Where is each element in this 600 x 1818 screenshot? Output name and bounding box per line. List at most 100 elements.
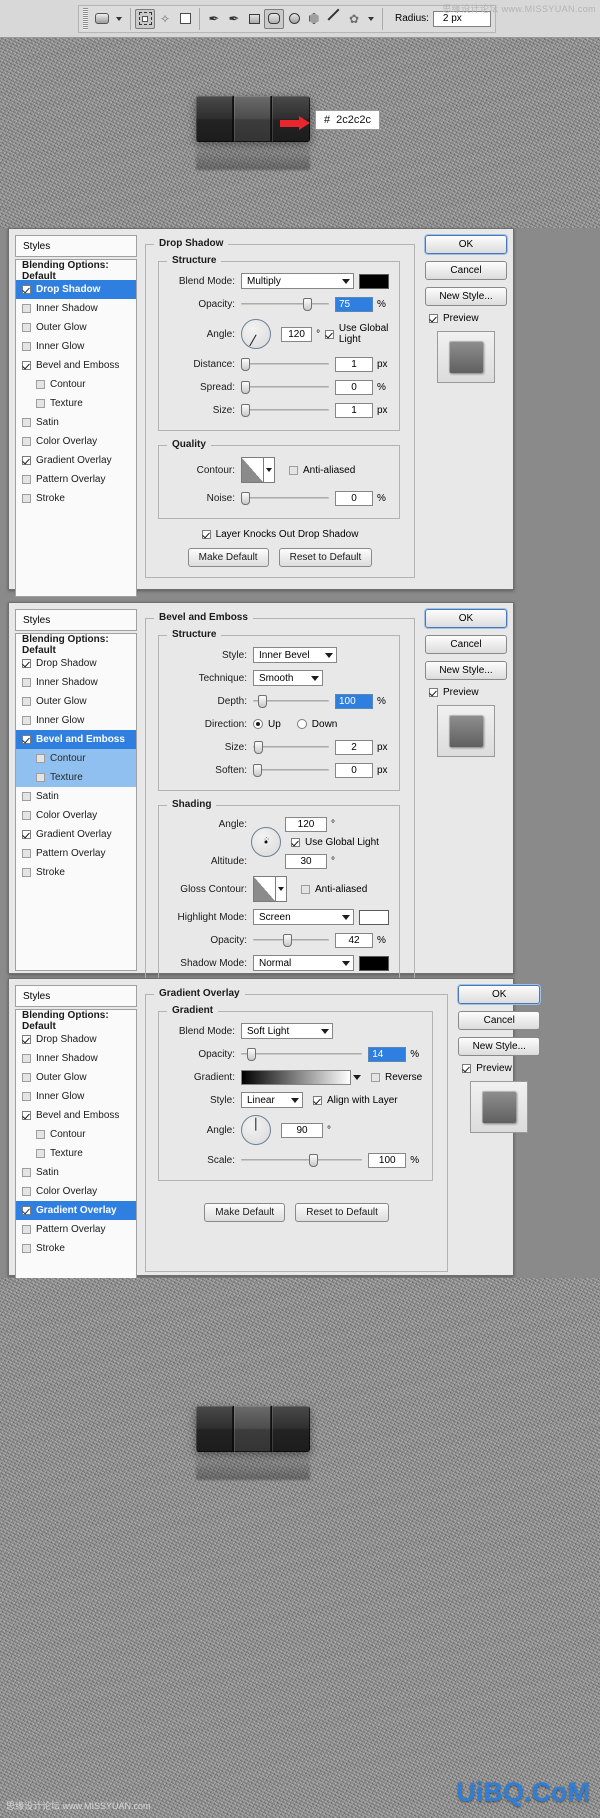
- noise-slider[interactable]: [241, 491, 329, 505]
- new-style-button[interactable]: New Style...: [425, 661, 507, 680]
- checkbox-icon[interactable]: [291, 837, 300, 847]
- checkbox-icon[interactable]: [22, 1244, 31, 1253]
- depth-input[interactable]: 100: [335, 693, 373, 709]
- checkbox-icon[interactable]: [22, 849, 31, 858]
- bevel-style-select[interactable]: Inner Bevel: [253, 647, 337, 663]
- style-item-pattern-overlay[interactable]: Pattern Overlay: [16, 470, 136, 489]
- checkbox-icon[interactable]: [429, 688, 438, 697]
- style-item-satin[interactable]: Satin: [16, 1163, 136, 1182]
- scale-input[interactable]: 100: [368, 1152, 407, 1168]
- checkbox-icon[interactable]: [36, 380, 45, 389]
- altitude-dial[interactable]: ⁘: [251, 827, 281, 857]
- reset-to-default-button[interactable]: Reset to Default: [278, 548, 373, 567]
- style-item-blending-options[interactable]: Blending Options: Default: [16, 634, 136, 656]
- radio-icon[interactable]: [253, 719, 263, 729]
- checkbox-icon[interactable]: [313, 1095, 322, 1105]
- checkbox-icon[interactable]: [22, 830, 31, 839]
- style-item-inner-glow[interactable]: Inner Glow: [16, 337, 136, 356]
- layer-knockout-row[interactable]: Layer Knocks Out Drop Shadow: [156, 529, 404, 540]
- checkbox-icon[interactable]: [36, 399, 45, 408]
- style-item-outer-glow[interactable]: Outer Glow: [16, 1068, 136, 1087]
- cancel-button[interactable]: Cancel: [425, 635, 507, 654]
- checkbox-icon[interactable]: [22, 475, 31, 484]
- spread-slider[interactable]: [241, 380, 329, 394]
- highlight-mode-select[interactable]: Screen: [253, 909, 354, 925]
- checkbox-icon[interactable]: [22, 361, 31, 370]
- radio-icon[interactable]: [296, 719, 307, 729]
- checkbox-icon[interactable]: [371, 1072, 380, 1082]
- highlight-opacity-input[interactable]: 42: [335, 932, 373, 948]
- styles-list[interactable]: Blending Options: Default Drop Shadow In…: [15, 633, 137, 971]
- checkbox-icon[interactable]: [22, 494, 31, 503]
- ellipse-tool[interactable]: [284, 9, 304, 29]
- highlight-color-swatch[interactable]: [359, 909, 389, 925]
- preview-toggle[interactable]: Preview: [429, 687, 507, 698]
- size-slider[interactable]: [241, 403, 329, 417]
- custom-shape-tool[interactable]: ✿: [344, 9, 364, 29]
- chevron-down-icon[interactable]: [353, 1074, 361, 1080]
- checkbox-icon[interactable]: [324, 329, 334, 339]
- scale-slider[interactable]: [241, 1153, 363, 1167]
- checkbox-icon[interactable]: [22, 1092, 31, 1101]
- preview-toggle[interactable]: Preview: [462, 1063, 540, 1074]
- style-item-inner-glow[interactable]: Inner Glow: [16, 1087, 136, 1106]
- checkbox-icon[interactable]: [36, 1130, 45, 1139]
- checkbox-icon[interactable]: [22, 1187, 31, 1196]
- style-item-bevel-and-emboss[interactable]: Bevel and Emboss: [16, 730, 136, 749]
- anti-aliased-row[interactable]: Anti-aliased: [301, 884, 367, 895]
- distance-input[interactable]: 1: [335, 356, 373, 372]
- align-with-layer-row[interactable]: Align with Layer: [313, 1095, 398, 1106]
- shape-layer-tool[interactable]: [175, 9, 195, 29]
- size-slider[interactable]: [253, 740, 329, 754]
- checkbox-icon[interactable]: [301, 884, 310, 894]
- checkbox-icon[interactable]: [22, 1073, 31, 1082]
- use-global-light-row[interactable]: Use Global Light: [291, 837, 379, 848]
- style-item-inner-shadow[interactable]: Inner Shadow: [16, 1049, 136, 1068]
- checkbox-icon[interactable]: [36, 773, 45, 782]
- style-item-inner-glow[interactable]: Inner Glow: [16, 711, 136, 730]
- shadow-color-swatch[interactable]: [359, 273, 389, 289]
- blend-mode-select[interactable]: Multiply: [241, 273, 354, 289]
- checkbox-icon[interactable]: [22, 342, 31, 351]
- checkbox-icon[interactable]: [22, 697, 31, 706]
- checkbox-icon[interactable]: [22, 868, 31, 877]
- opacity-slider[interactable]: [241, 1047, 363, 1061]
- checkbox-icon[interactable]: [22, 1054, 31, 1063]
- styles-list[interactable]: Blending Options: Default Drop Shadow In…: [15, 1009, 137, 1307]
- angle-input[interactable]: 120: [285, 816, 327, 832]
- chevron-down-icon[interactable]: [368, 16, 374, 21]
- style-item-stroke[interactable]: Stroke: [16, 489, 136, 508]
- checkbox-icon[interactable]: [462, 1064, 472, 1073]
- new-style-button[interactable]: New Style...: [458, 1037, 541, 1056]
- opacity-input[interactable]: 14: [368, 1046, 407, 1062]
- checkbox-icon[interactable]: [22, 659, 31, 668]
- angle-dial[interactable]: [241, 1115, 271, 1145]
- checkbox-icon[interactable]: [289, 465, 298, 475]
- style-item-drop-shadow[interactable]: Drop Shadow: [16, 654, 136, 673]
- style-item-bevel-and-emboss[interactable]: Bevel and Emboss: [16, 356, 136, 375]
- style-item-drop-shadow[interactable]: Drop Shadow: [16, 1030, 136, 1049]
- style-item-outer-glow[interactable]: Outer Glow: [16, 318, 136, 337]
- soften-slider[interactable]: [253, 763, 329, 777]
- highlight-opacity-slider[interactable]: [253, 933, 329, 947]
- soften-input[interactable]: 0: [335, 762, 373, 778]
- opacity-slider[interactable]: [241, 297, 329, 311]
- noise-input[interactable]: 0: [335, 490, 373, 506]
- checkbox-icon[interactable]: [36, 1149, 45, 1158]
- style-item-color-overlay[interactable]: Color Overlay: [16, 432, 136, 451]
- shape-preset-swatch[interactable]: [92, 9, 112, 29]
- reset-to-default-button[interactable]: Reset to Default: [295, 1203, 389, 1222]
- path-select-tool[interactable]: [135, 8, 155, 29]
- checkbox-icon[interactable]: [429, 314, 438, 323]
- make-default-button[interactable]: Make Default: [204, 1203, 286, 1222]
- checkbox-icon[interactable]: [22, 418, 31, 427]
- style-item-gradient-overlay[interactable]: Gradient Overlay: [16, 1201, 136, 1220]
- altitude-input[interactable]: 30: [285, 853, 327, 869]
- checkbox-icon[interactable]: [22, 1206, 31, 1215]
- checkbox-icon[interactable]: [22, 716, 31, 725]
- blend-mode-select[interactable]: Soft Light: [241, 1023, 333, 1039]
- style-item-blending-options[interactable]: Blending Options: Default: [16, 1010, 136, 1032]
- style-item-blending-options[interactable]: Blending Options: Default: [16, 260, 136, 282]
- spread-input[interactable]: 0: [335, 379, 373, 395]
- gradient-picker[interactable]: [241, 1069, 361, 1085]
